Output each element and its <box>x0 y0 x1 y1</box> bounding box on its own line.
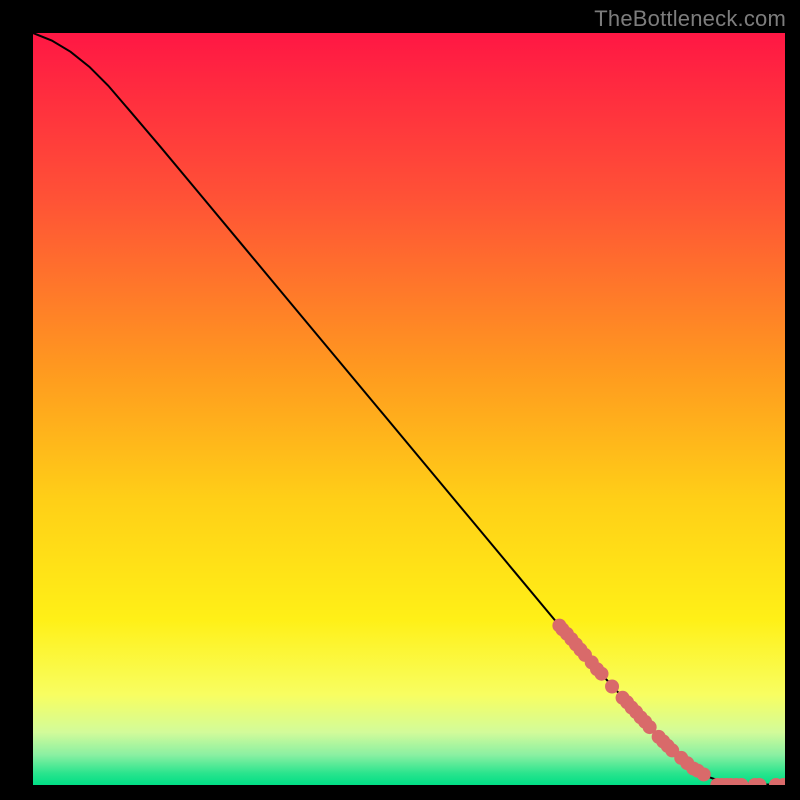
chart-marker <box>595 667 609 681</box>
chart-background <box>33 33 785 785</box>
attribution-text: TheBottleneck.com <box>594 6 786 32</box>
bottleneck-chart <box>33 33 785 785</box>
chart-marker <box>697 767 711 781</box>
chart-marker <box>605 679 619 693</box>
